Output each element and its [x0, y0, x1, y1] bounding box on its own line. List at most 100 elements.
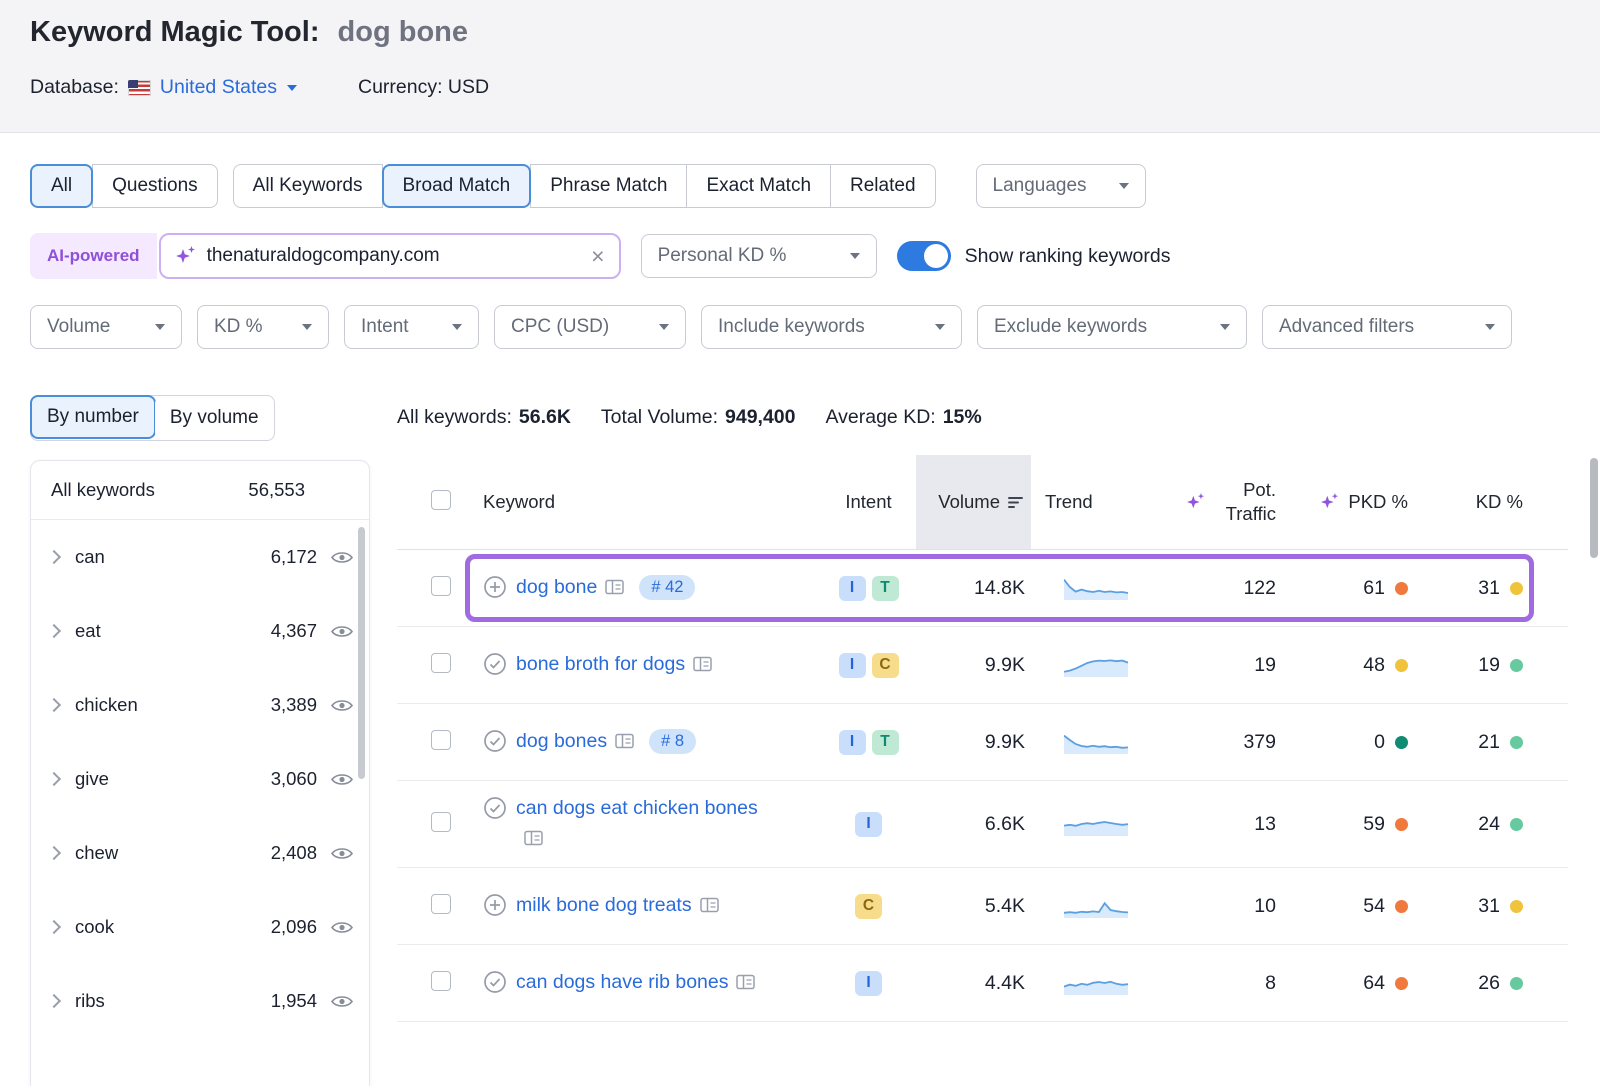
row-checkbox[interactable] [431, 971, 451, 991]
keyword-link[interactable]: dog bones [516, 730, 607, 752]
tab-related[interactable]: Related [830, 164, 936, 208]
tab-broad-match[interactable]: Broad Match [382, 164, 532, 208]
match-type-tabs: All KeywordsBroad MatchPhrase MatchExact… [233, 164, 936, 208]
tab-phrase-match[interactable]: Phrase Match [530, 164, 687, 208]
add-to-list-icon[interactable] [483, 575, 507, 599]
summary-stat: Total Volume:949,400 [601, 406, 796, 429]
volume-value: 6.6K [916, 813, 1031, 836]
volume-value: 14.8K [916, 577, 1031, 600]
pot-traffic-value: 10 [1161, 895, 1306, 918]
tab-all[interactable]: All [30, 164, 93, 208]
serp-rank-badge[interactable]: # 8 [649, 729, 696, 754]
keyword-link[interactable]: dog bone [516, 576, 597, 598]
chevron-right-icon[interactable] [47, 550, 61, 564]
tab-questions[interactable]: Questions [92, 164, 218, 208]
tabs-row: AllQuestions All KeywordsBroad MatchPhra… [30, 164, 1146, 208]
serp-features-icon[interactable] [524, 825, 544, 855]
keyword-group-chew[interactable]: chew2,408 [31, 816, 369, 890]
serp-features-icon[interactable] [700, 892, 720, 922]
check-circle-icon[interactable] [483, 729, 507, 753]
keyword-link[interactable]: can dogs eat chicken bones [516, 797, 758, 819]
keyword-row-bone-broth-for-dogs: bone broth for dogsIC9.9K194819 [397, 627, 1568, 704]
select-all-checkbox[interactable] [431, 490, 451, 510]
pot-traffic-header-label: Pot. Traffic [1214, 478, 1276, 526]
chevron-right-icon[interactable] [47, 846, 61, 860]
all-questions-tabs: AllQuestions [30, 164, 218, 208]
kd-value: 21 [1428, 731, 1568, 754]
col-kd[interactable]: KD % [1428, 491, 1568, 513]
kd-dot [1510, 900, 1523, 913]
keyword-group-give[interactable]: give3,060 [31, 742, 369, 816]
serp-rank-badge[interactable]: # 42 [639, 575, 695, 600]
check-circle-icon[interactable] [483, 652, 507, 676]
check-circle-icon[interactable] [483, 970, 507, 994]
tab-exact-match[interactable]: Exact Match [686, 164, 831, 208]
check-circle-icon[interactable] [483, 796, 507, 820]
kd-dot [1510, 736, 1523, 749]
seg-by-volume[interactable]: By volume [155, 396, 274, 440]
eye-icon[interactable] [331, 698, 355, 713]
clear-input-icon[interactable]: × [591, 245, 604, 268]
group-label: chicken [75, 694, 271, 716]
eye-icon[interactable] [331, 920, 355, 935]
keyword-group-can[interactable]: can6,172 [31, 520, 369, 594]
eye-icon[interactable] [331, 994, 355, 1009]
keyword-link[interactable]: can dogs have rib bones [516, 971, 728, 993]
filter-kd[interactable]: KD % [197, 305, 329, 349]
filter-intent[interactable]: Intent [344, 305, 479, 349]
filter-advanced-filters[interactable]: Advanced filters [1262, 305, 1512, 349]
volume-header-label: Volume [938, 491, 1000, 513]
row-checkbox[interactable] [431, 812, 451, 832]
keyword-group-chicken[interactable]: chicken3,389 [31, 668, 369, 742]
serp-features-icon[interactable] [615, 728, 635, 758]
filter-include-keywords[interactable]: Include keywords [701, 305, 962, 349]
keyword-link[interactable]: bone broth for dogs [516, 653, 685, 675]
domain-search-input[interactable]: thenaturaldogcompany.com × [159, 233, 621, 279]
filter-exclude-keywords[interactable]: Exclude keywords [977, 305, 1247, 349]
col-intent[interactable]: Intent [821, 491, 916, 513]
col-volume[interactable]: Volume [916, 455, 1031, 549]
chevron-right-icon[interactable] [47, 624, 61, 638]
chevron-right-icon[interactable] [47, 994, 61, 1008]
col-keyword[interactable]: Keyword [461, 491, 821, 513]
filter-volume[interactable]: Volume [30, 305, 182, 349]
chevron-right-icon[interactable] [47, 698, 61, 712]
all-keywords-row[interactable]: All keywords 56,553 [31, 461, 369, 520]
personal-kd-dropdown[interactable]: Personal KD % [641, 234, 877, 278]
group-label: eat [75, 620, 271, 642]
tab-all-keywords[interactable]: All Keywords [233, 164, 383, 208]
trend-sparkline [1031, 894, 1161, 918]
languages-dropdown[interactable]: Languages [976, 164, 1146, 208]
serp-features-icon[interactable] [605, 574, 625, 604]
serp-features-icon[interactable] [736, 969, 756, 999]
row-checkbox[interactable] [431, 730, 451, 750]
eye-icon[interactable] [331, 772, 355, 787]
seg-by-number[interactable]: By number [30, 395, 156, 439]
row-checkbox[interactable] [431, 576, 451, 596]
keyword-group-eat[interactable]: eat4,367 [31, 594, 369, 668]
chevron-right-icon[interactable] [47, 920, 61, 934]
database-selector[interactable]: United States [160, 76, 297, 99]
row-checkbox[interactable] [431, 653, 451, 673]
col-trend[interactable]: Trend [1031, 491, 1161, 513]
languages-label: Languages [993, 175, 1087, 197]
eye-icon[interactable] [331, 624, 355, 639]
serp-features-icon[interactable] [693, 651, 713, 681]
col-pkd[interactable]: PKD % [1306, 491, 1428, 513]
filter-cpc-usd[interactable]: CPC (USD) [494, 305, 686, 349]
intent-badge-i: I [839, 576, 866, 601]
col-pot-traffic[interactable]: Pot. Traffic [1161, 478, 1306, 526]
sidebar-scrollbar[interactable] [358, 527, 365, 779]
keyword-group-ribs[interactable]: ribs1,954 [31, 964, 369, 1038]
keyword-group-cook[interactable]: cook2,096 [31, 890, 369, 964]
eye-icon[interactable] [331, 550, 355, 565]
keyword-row-dog-bones: dog bones# 8IT9.9K379021 [397, 704, 1568, 781]
page-scrollbar[interactable] [1590, 458, 1598, 558]
chevron-right-icon[interactable] [47, 772, 61, 786]
keyword-link[interactable]: milk bone dog treats [516, 894, 692, 916]
row-checkbox[interactable] [431, 894, 451, 914]
add-to-list-icon[interactable] [483, 893, 507, 917]
eye-icon[interactable] [331, 846, 355, 861]
show-ranking-label: Show ranking keywords [965, 245, 1171, 268]
show-ranking-toggle[interactable] [897, 241, 951, 271]
